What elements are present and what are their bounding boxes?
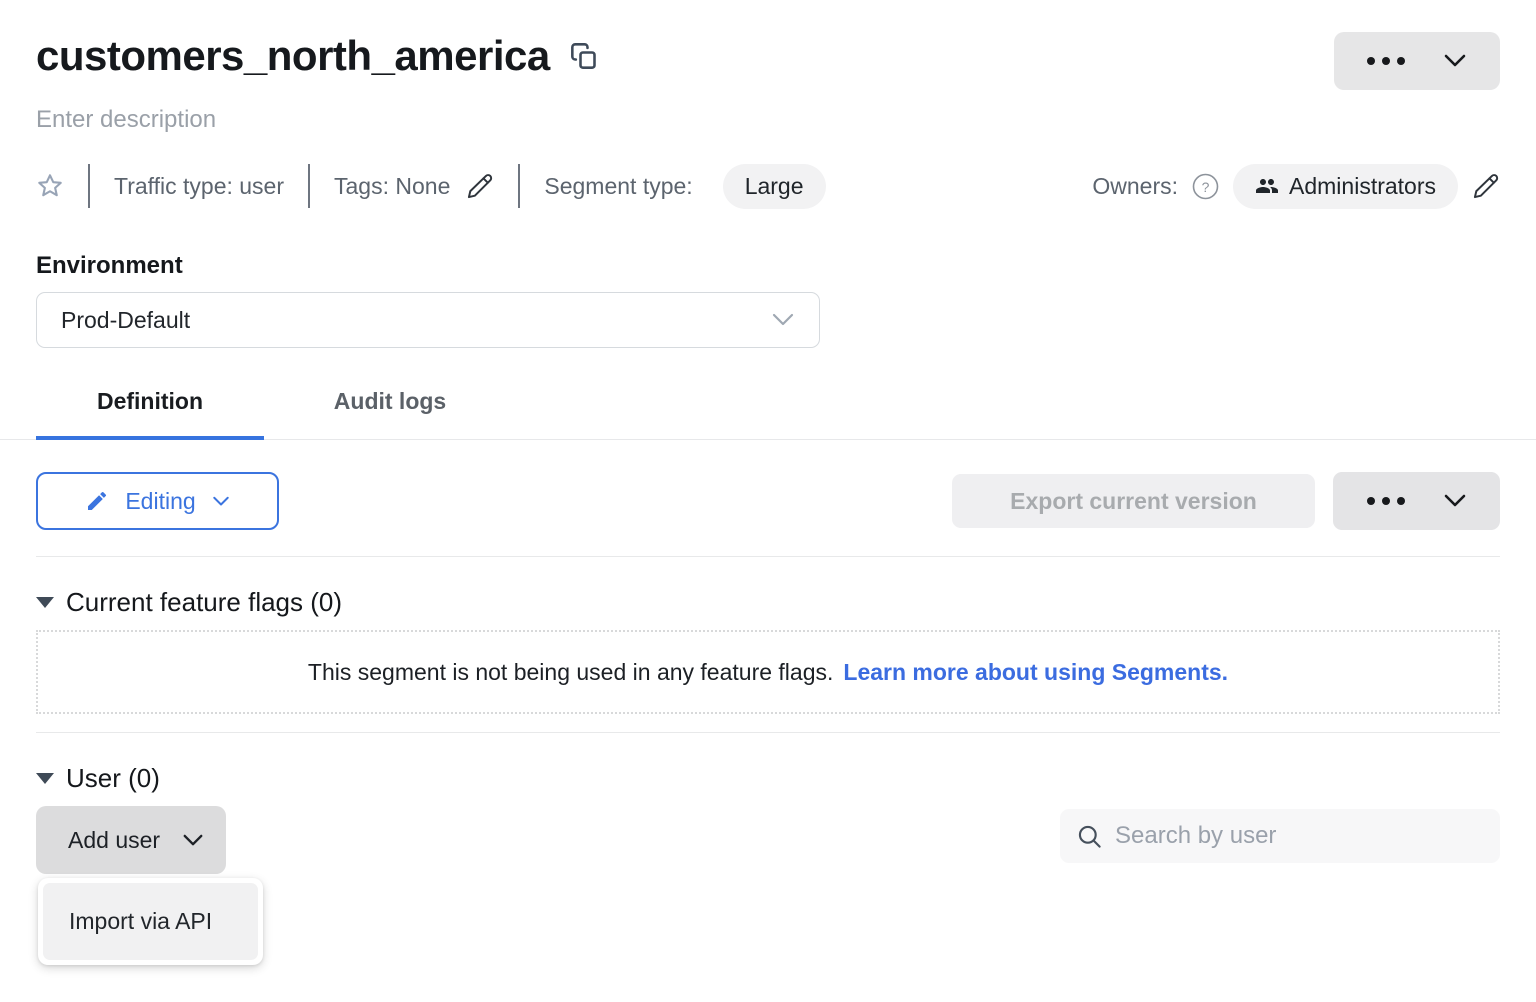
ellipsis-icon bbox=[1367, 497, 1405, 505]
user-heading: User (0) bbox=[66, 763, 160, 794]
menu-item-import-via-api[interactable]: Import via API bbox=[43, 883, 258, 960]
segment-type-label: Segment type: bbox=[544, 173, 692, 200]
people-icon bbox=[1255, 174, 1279, 198]
edit-owners-icon[interactable] bbox=[1472, 172, 1500, 200]
definition-toolbar: Editing Export current version bbox=[36, 472, 1500, 530]
chevron-down-icon bbox=[182, 834, 204, 847]
owners-label: Owners: bbox=[1092, 173, 1178, 200]
divider bbox=[518, 164, 520, 208]
description-field[interactable]: Enter description bbox=[36, 106, 1500, 134]
user-controls-row: Add user Import via API bbox=[36, 806, 1500, 874]
ellipsis-icon bbox=[1367, 57, 1405, 65]
learn-more-link[interactable]: Learn more about using Segments. bbox=[843, 659, 1228, 686]
tab-bar: Definition Audit logs bbox=[0, 388, 1536, 440]
tab-definition[interactable]: Definition bbox=[36, 388, 264, 439]
export-current-version-button[interactable]: Export current version bbox=[952, 474, 1315, 528]
tags-label: Tags: None bbox=[334, 173, 450, 200]
add-user-label: Add user bbox=[68, 827, 160, 854]
divider bbox=[88, 164, 90, 208]
tab-audit-logs[interactable]: Audit logs bbox=[264, 388, 516, 439]
segment-type-badge: Large bbox=[723, 164, 826, 209]
add-user-dropdown-menu: Import via API bbox=[38, 878, 263, 965]
divider bbox=[36, 556, 1500, 557]
collapse-triangle-icon bbox=[36, 773, 54, 784]
chevron-down-icon bbox=[212, 496, 230, 507]
user-search-box bbox=[1060, 809, 1500, 863]
header-more-button[interactable] bbox=[1334, 32, 1500, 90]
chevron-down-icon bbox=[1443, 494, 1467, 508]
environment-select[interactable]: Prod-Default bbox=[36, 292, 820, 348]
page-header: customers_north_america bbox=[36, 32, 1500, 90]
meta-row: Traffic type: user Tags: None Segment ty… bbox=[36, 164, 1500, 208]
tags-field: Tags: None bbox=[334, 172, 494, 200]
owners-value: Administrators bbox=[1289, 173, 1436, 200]
editing-mode-button[interactable]: Editing bbox=[36, 472, 279, 530]
divider bbox=[36, 732, 1500, 733]
owners-field: Owners: ? Administrators bbox=[1092, 164, 1500, 209]
divider bbox=[308, 164, 310, 208]
user-section-header[interactable]: User (0) bbox=[36, 763, 1500, 794]
feature-flags-empty-message: This segment is not being used in any fe… bbox=[308, 659, 833, 686]
search-by-user-input[interactable] bbox=[1115, 822, 1484, 850]
svg-text:?: ? bbox=[1202, 179, 1210, 195]
pencil-icon bbox=[85, 489, 109, 513]
chevron-down-icon bbox=[771, 313, 795, 327]
segment-type-field: Segment type: Large bbox=[544, 164, 825, 209]
feature-flags-section-header[interactable]: Current feature flags (0) bbox=[36, 587, 1500, 618]
search-icon bbox=[1076, 823, 1103, 850]
traffic-type-label: Traffic type: user bbox=[114, 173, 284, 200]
segment-detail-page: customers_north_america Enter descriptio… bbox=[0, 32, 1536, 874]
environment-selected-value: Prod-Default bbox=[61, 307, 190, 334]
chevron-down-icon bbox=[1443, 54, 1467, 68]
definition-more-button[interactable] bbox=[1333, 472, 1500, 530]
feature-flags-heading: Current feature flags (0) bbox=[66, 587, 342, 618]
editing-label: Editing bbox=[125, 488, 195, 515]
star-icon[interactable] bbox=[36, 172, 64, 200]
environment-label: Environment bbox=[36, 252, 1500, 280]
edit-tags-icon[interactable] bbox=[466, 172, 494, 200]
feature-flags-empty-state: This segment is not being used in any fe… bbox=[36, 630, 1500, 714]
owners-badge: Administrators bbox=[1233, 164, 1458, 209]
add-user-button[interactable]: Add user bbox=[36, 806, 226, 874]
help-icon[interactable]: ? bbox=[1192, 173, 1219, 200]
page-title: customers_north_america bbox=[36, 32, 550, 80]
copy-icon[interactable] bbox=[570, 41, 598, 71]
collapse-triangle-icon bbox=[36, 597, 54, 608]
